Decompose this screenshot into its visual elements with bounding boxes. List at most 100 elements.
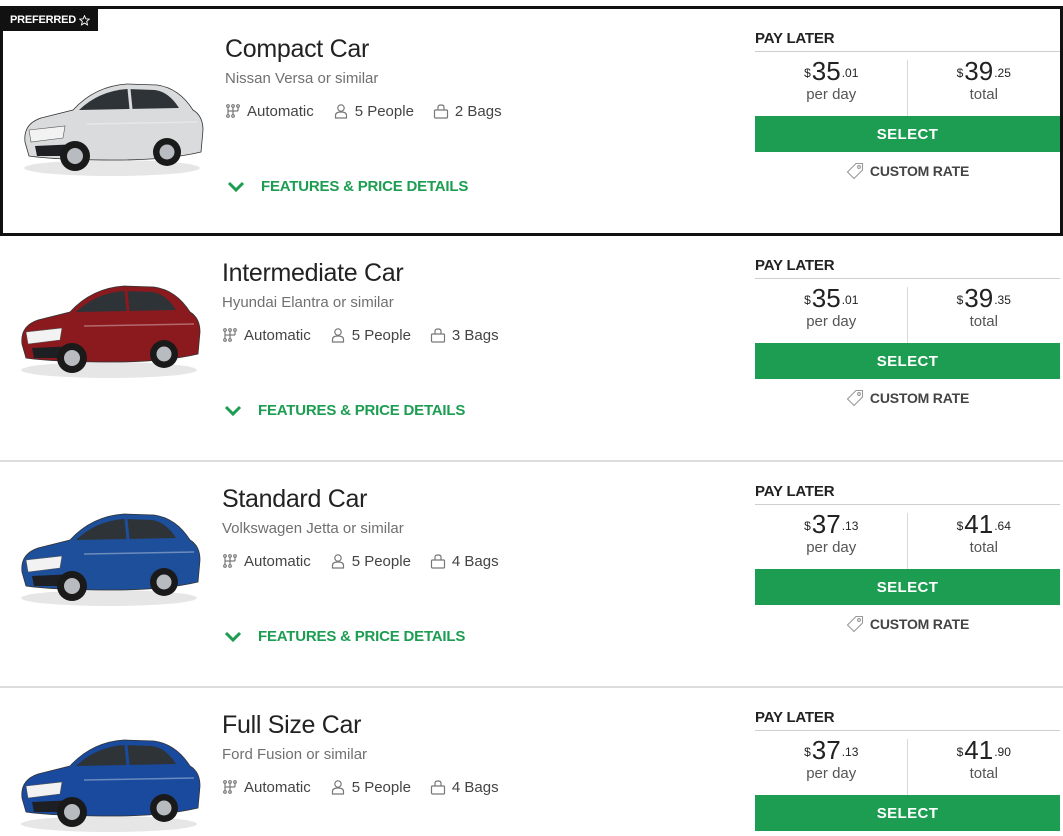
features-price-details-label: FEATURES & PRICE DETAILS [258,402,466,419]
total-price-cents: .64 [994,519,1011,533]
daily-price-unit: per day [806,765,857,782]
features-price-details-link[interactable]: FEATURES & PRICE DETAILS [227,178,468,195]
daily-price-unit: per day [806,539,857,556]
features-price-details-link[interactable]: FEATURES & PRICE DETAILS [224,402,465,419]
car-pillar [124,290,130,312]
car-specs: Automatic 5 People 3 Bags [222,325,518,345]
car-card-full-size: Full Size Car Ford Fusion or similar Aut… [0,688,1063,836]
select-button[interactable]: SELECT [755,343,1060,379]
daily-price: $37.13 per day [755,731,908,795]
person-icon [334,104,347,119]
spec-bags-label: 4 Bags [451,778,499,796]
total-price-whole: 41 [964,509,994,539]
car-subtitle: Ford Fusion or similar [222,746,368,763]
car-info: Compact Car Nissan Versa or similar Auto… [225,34,521,121]
custom-rate-link[interactable]: CUSTOM RATE [755,605,1060,643]
car-info: Standard Car Volkswagen Jetta or similar… [222,484,518,571]
price-row: $35.01 per day $39.35 total [755,279,1060,343]
spec-transmission: Automatic [225,103,314,120]
car-image [21,739,201,832]
chevron-down-icon [227,181,245,192]
custom-rate-link[interactable]: CUSTOM RATE [755,379,1060,417]
spec-bags: 2 Bags [433,103,502,120]
car-front-rim [64,578,80,594]
transmission-icon [223,328,237,342]
total-price-cents: .35 [994,293,1011,307]
chevron-down-icon [224,631,242,642]
car-card-standard: Standard Car Volkswagen Jetta or similar… [0,462,1063,688]
transmission-icon [223,554,237,568]
car-image [24,83,204,176]
car-rear-rim [159,144,175,160]
total-price-cents: .25 [994,66,1011,80]
spec-bags-label: 2 Bags [454,102,502,120]
price-panel: PAY LATER $37.13 per day $41.64 total SE… [755,482,1060,643]
chevron-down-icon [224,405,242,416]
price-row: $37.13 per day $41.90 total [755,731,1060,795]
bag-icon [430,328,446,343]
daily-price-unit: per day [806,86,857,103]
spec-people-label: 5 People [351,552,411,570]
select-button[interactable]: SELECT [755,116,1060,152]
features-price-details-label: FEATURES & PRICE DETAILS [258,628,466,645]
spec-bags: 3 Bags [430,327,499,344]
daily-price-whole: 37 [811,735,841,765]
car-front-rim [64,350,80,366]
car-info: Full Size Car Ford Fusion or similar Aut… [222,710,518,797]
bag-icon [433,104,449,119]
car-pillar [124,744,130,766]
car-title: Compact Car [225,35,369,63]
custom-rate-label: CUSTOM RATE [869,616,970,632]
features-price-details-link[interactable]: FEATURES & PRICE DETAILS [224,628,465,645]
car-rear-rim [156,800,172,816]
price-row: $37.13 per day $41.64 total [755,505,1060,569]
tag-icon [846,389,863,407]
car-pillar [124,518,130,540]
daily-price-whole: 35 [811,283,841,313]
price-panel: PAY LATER $35.01 per day $39.25 total SE… [755,29,1060,190]
car-card-intermediate: Intermediate Car Hyundai Elantra or simi… [0,236,1063,462]
daily-price: $37.13 per day [755,505,908,569]
total-price-whole: 39 [964,283,994,313]
total-price: $41.64 total [908,505,1061,569]
spec-people: 5 People [330,553,411,570]
price-panel: PAY LATER $37.13 per day $41.90 total SE… [755,708,1060,831]
features-price-details-label: FEATURES & PRICE DETAILS [261,178,469,195]
car-title: Intermediate Car [222,259,404,287]
transmission-icon [223,780,237,794]
price-divider [907,513,908,569]
person-icon [331,328,344,343]
select-button[interactable]: SELECT [755,569,1060,605]
car-front-rim [64,804,80,820]
price-divider [907,287,908,343]
spec-transmission: Automatic [222,553,311,570]
car-card-compact: PREFERRED Compact Car Nissan Versa or si… [0,6,1063,236]
spec-people: 5 People [330,327,411,344]
daily-price-cents: .01 [841,66,859,80]
daily-price: $35.01 per day [755,279,908,343]
preferred-badge-label: PREFERRED [10,14,77,26]
total-price-whole: 39 [964,56,994,86]
daily-price-whole: 35 [811,56,841,86]
spec-people: 5 People [333,103,414,120]
daily-price-cents: .13 [841,519,859,533]
car-subtitle: Volkswagen Jetta or similar [222,520,404,537]
select-button[interactable]: SELECT [755,795,1060,831]
car-pillar [127,88,133,110]
total-price: $39.25 total [908,52,1061,116]
spec-people-label: 5 People [351,778,411,796]
car-specs: Automatic 5 People 2 Bags [225,101,521,121]
spec-bags-label: 4 Bags [451,552,499,570]
custom-rate-link[interactable]: CUSTOM RATE [755,152,1060,190]
spec-transmission-label: Automatic [244,326,311,344]
spec-transmission-label: Automatic [247,102,314,120]
car-subtitle: Hyundai Elantra or similar [222,294,394,311]
daily-price-cents: .13 [841,745,859,759]
car-results-list: PREFERRED Compact Car Nissan Versa or si… [0,0,1063,836]
custom-rate-label: CUSTOM RATE [869,163,970,179]
pay-later-label: PAY LATER [755,708,1060,731]
car-specs: Automatic 5 People 4 Bags [222,777,518,797]
bag-icon [430,780,446,795]
total-price-unit: total [969,765,998,782]
spec-transmission-label: Automatic [244,778,311,796]
